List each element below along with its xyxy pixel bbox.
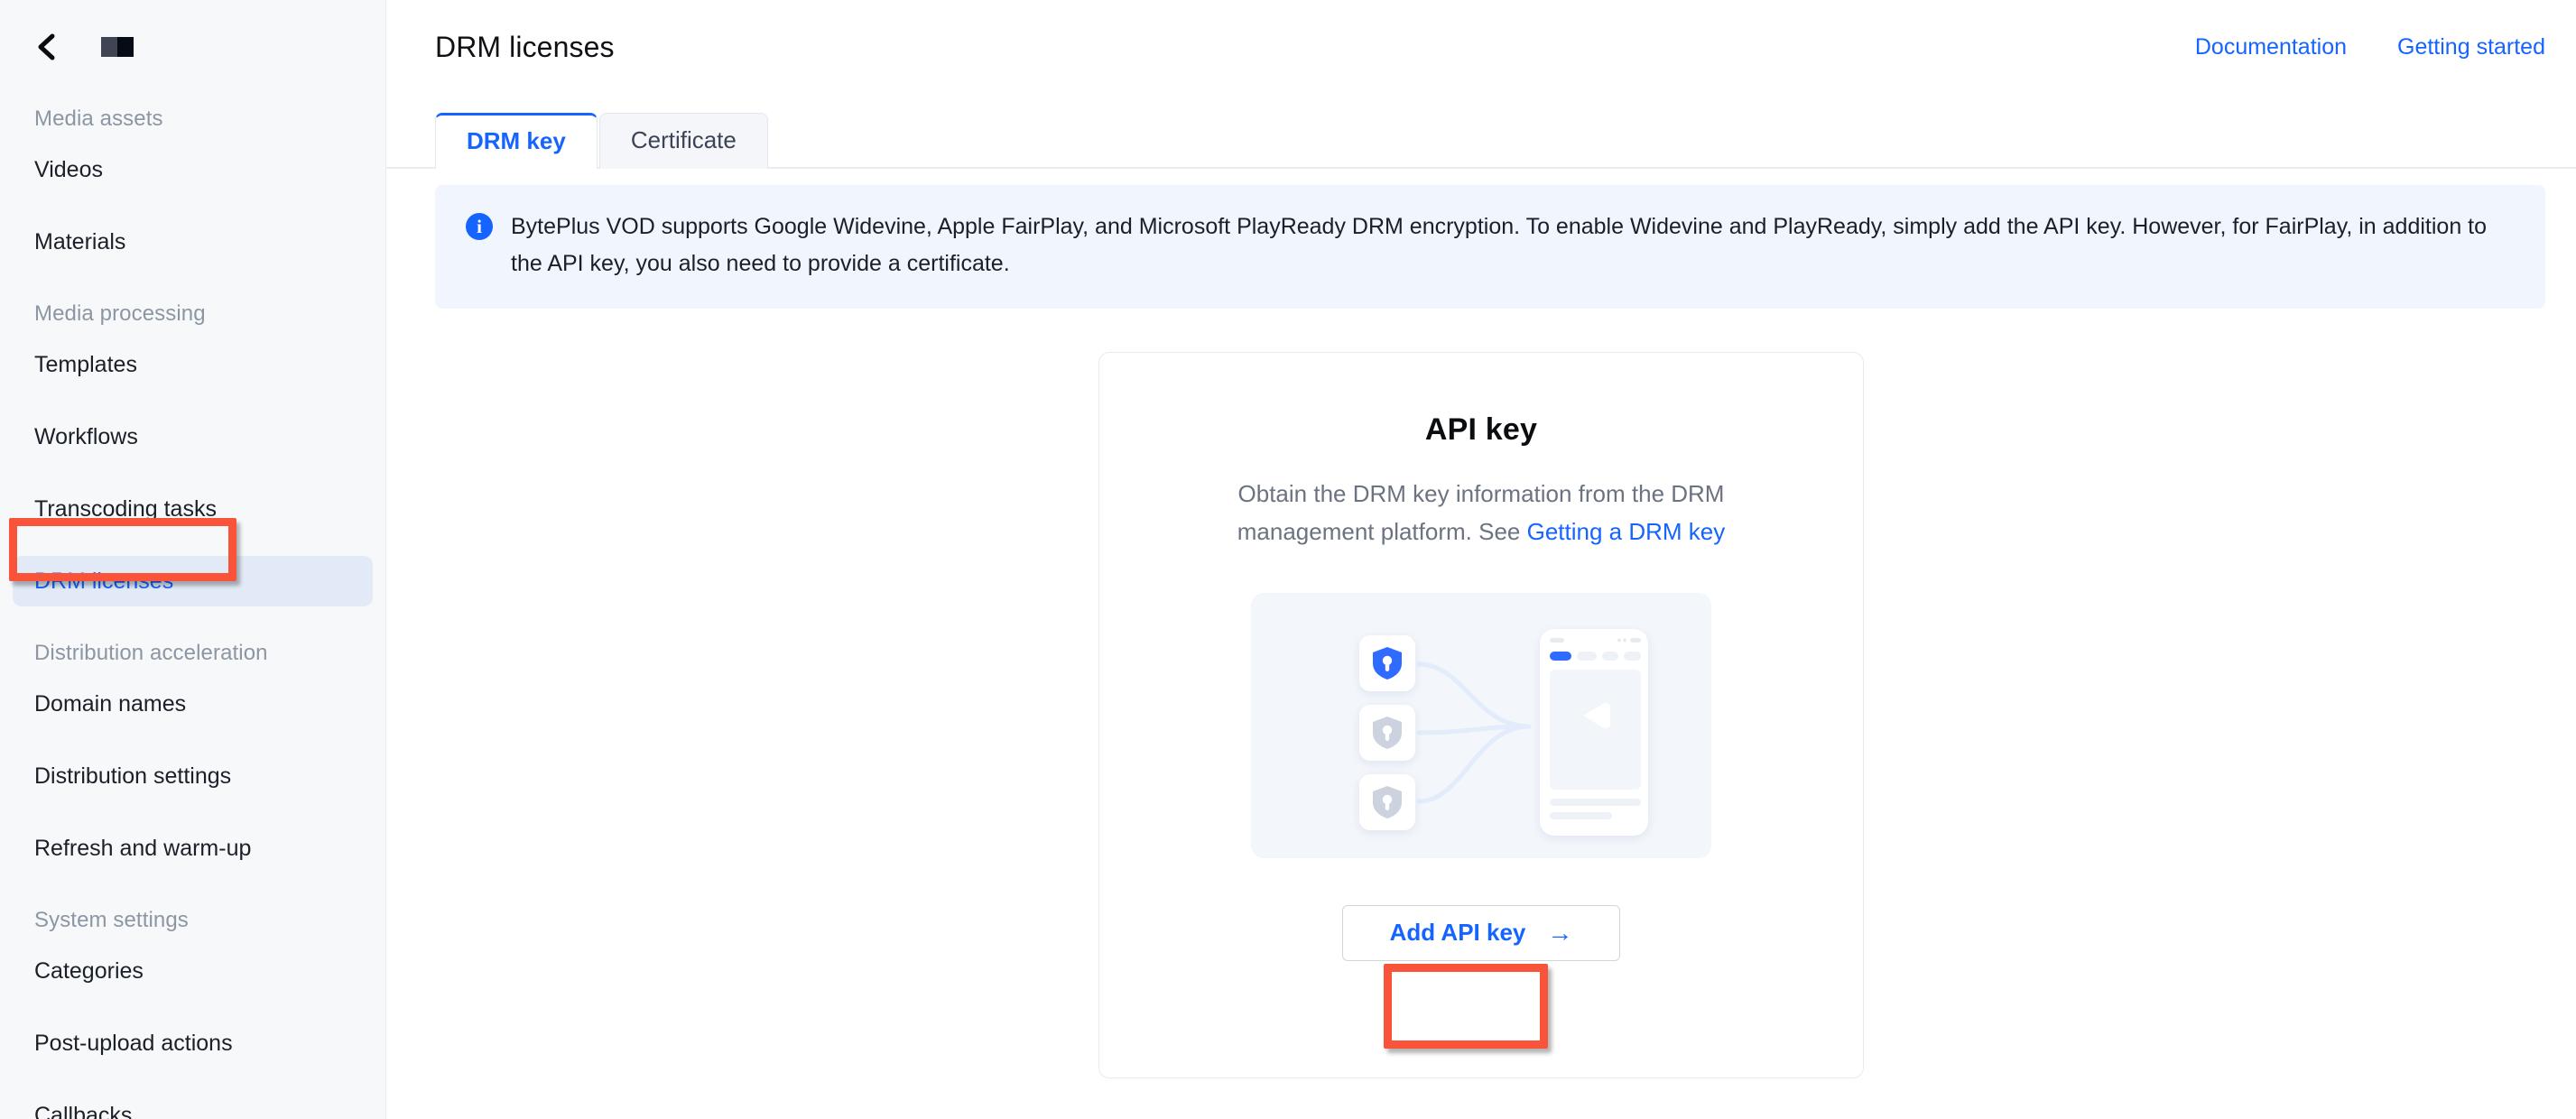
sidebar-group-system-settings: System settings: [34, 908, 189, 932]
sidebar-item-refresh-and-warm-up[interactable]: Refresh and warm-up: [13, 823, 373, 874]
main-content: DRM licenses Documentation Getting start…: [386, 0, 2576, 1119]
sidebar-item-workflows[interactable]: Workflows: [13, 412, 373, 462]
sidebar-item-templates[interactable]: Templates: [13, 339, 373, 390]
sidebar-item-categories[interactable]: Categories: [13, 946, 373, 996]
header-link-group: Documentation Getting started: [2195, 34, 2545, 60]
arrow-right-icon: →: [1547, 918, 1573, 947]
api-key-card: API key Obtain the DRM key information f…: [1098, 351, 1864, 1078]
app-root: Media assets Videos Materials Media proc…: [0, 0, 2576, 1119]
sidebar-item-transcoding-tasks[interactable]: Transcoding tasks: [13, 484, 373, 534]
api-key-card-title: API key: [1424, 412, 1538, 447]
sidebar-header: [0, 0, 385, 94]
sidebar-item-videos[interactable]: Videos: [13, 144, 373, 195]
chevron-left-icon[interactable]: [31, 32, 61, 62]
sidebar-item-callbacks[interactable]: Callbacks: [13, 1090, 373, 1119]
sidebar-item-domain-names[interactable]: Domain names: [13, 679, 373, 729]
sidebar: Media assets Videos Materials Media proc…: [0, 0, 386, 1119]
sidebar-nav: Media assets Videos Materials Media proc…: [0, 94, 385, 1119]
sidebar-item-drm-licenses[interactable]: DRM licenses: [13, 556, 373, 606]
add-api-key-button-label: Add API key: [1389, 919, 1526, 947]
sidebar-item-post-upload-actions[interactable]: Post-upload actions: [13, 1018, 373, 1068]
tab-drm-key[interactable]: DRM key: [435, 113, 598, 169]
sidebar-group-media-assets: Media assets: [34, 106, 163, 131]
api-key-card-description: Obtain the DRM key information from the …: [1210, 475, 1752, 550]
sidebar-item-distribution-settings[interactable]: Distribution settings: [13, 751, 373, 801]
getting-a-drm-key-link[interactable]: Getting a DRM key: [1527, 518, 1726, 545]
info-banner-text: BytePlus VOD supports Google Widevine, A…: [511, 214, 2488, 277]
info-banner: i BytePlus VOD supports Google Widevine,…: [435, 185, 2545, 309]
sidebar-item-materials[interactable]: Materials: [13, 217, 373, 267]
tab-bar: DRM key Certificate: [386, 94, 2576, 169]
page-header: DRM licenses Documentation Getting start…: [386, 0, 2576, 94]
documentation-link[interactable]: Documentation: [2195, 34, 2347, 60]
redacted-logo: [101, 37, 134, 57]
drm-keys-to-player-illustration: [1251, 592, 1711, 858]
sidebar-group-distribution-acceleration: Distribution acceleration: [34, 641, 268, 665]
add-api-key-button-zone: Add API key →: [1099, 904, 1863, 961]
card-area: API key Obtain the DRM key information f…: [386, 309, 2576, 1078]
info-circle-icon: i: [466, 213, 493, 240]
page-title: DRM licenses: [435, 30, 615, 63]
getting-started-link[interactable]: Getting started: [2397, 34, 2545, 60]
add-api-key-button[interactable]: Add API key →: [1341, 904, 1621, 961]
tab-certificate[interactable]: Certificate: [598, 113, 768, 169]
sidebar-group-media-processing: Media processing: [34, 301, 206, 326]
